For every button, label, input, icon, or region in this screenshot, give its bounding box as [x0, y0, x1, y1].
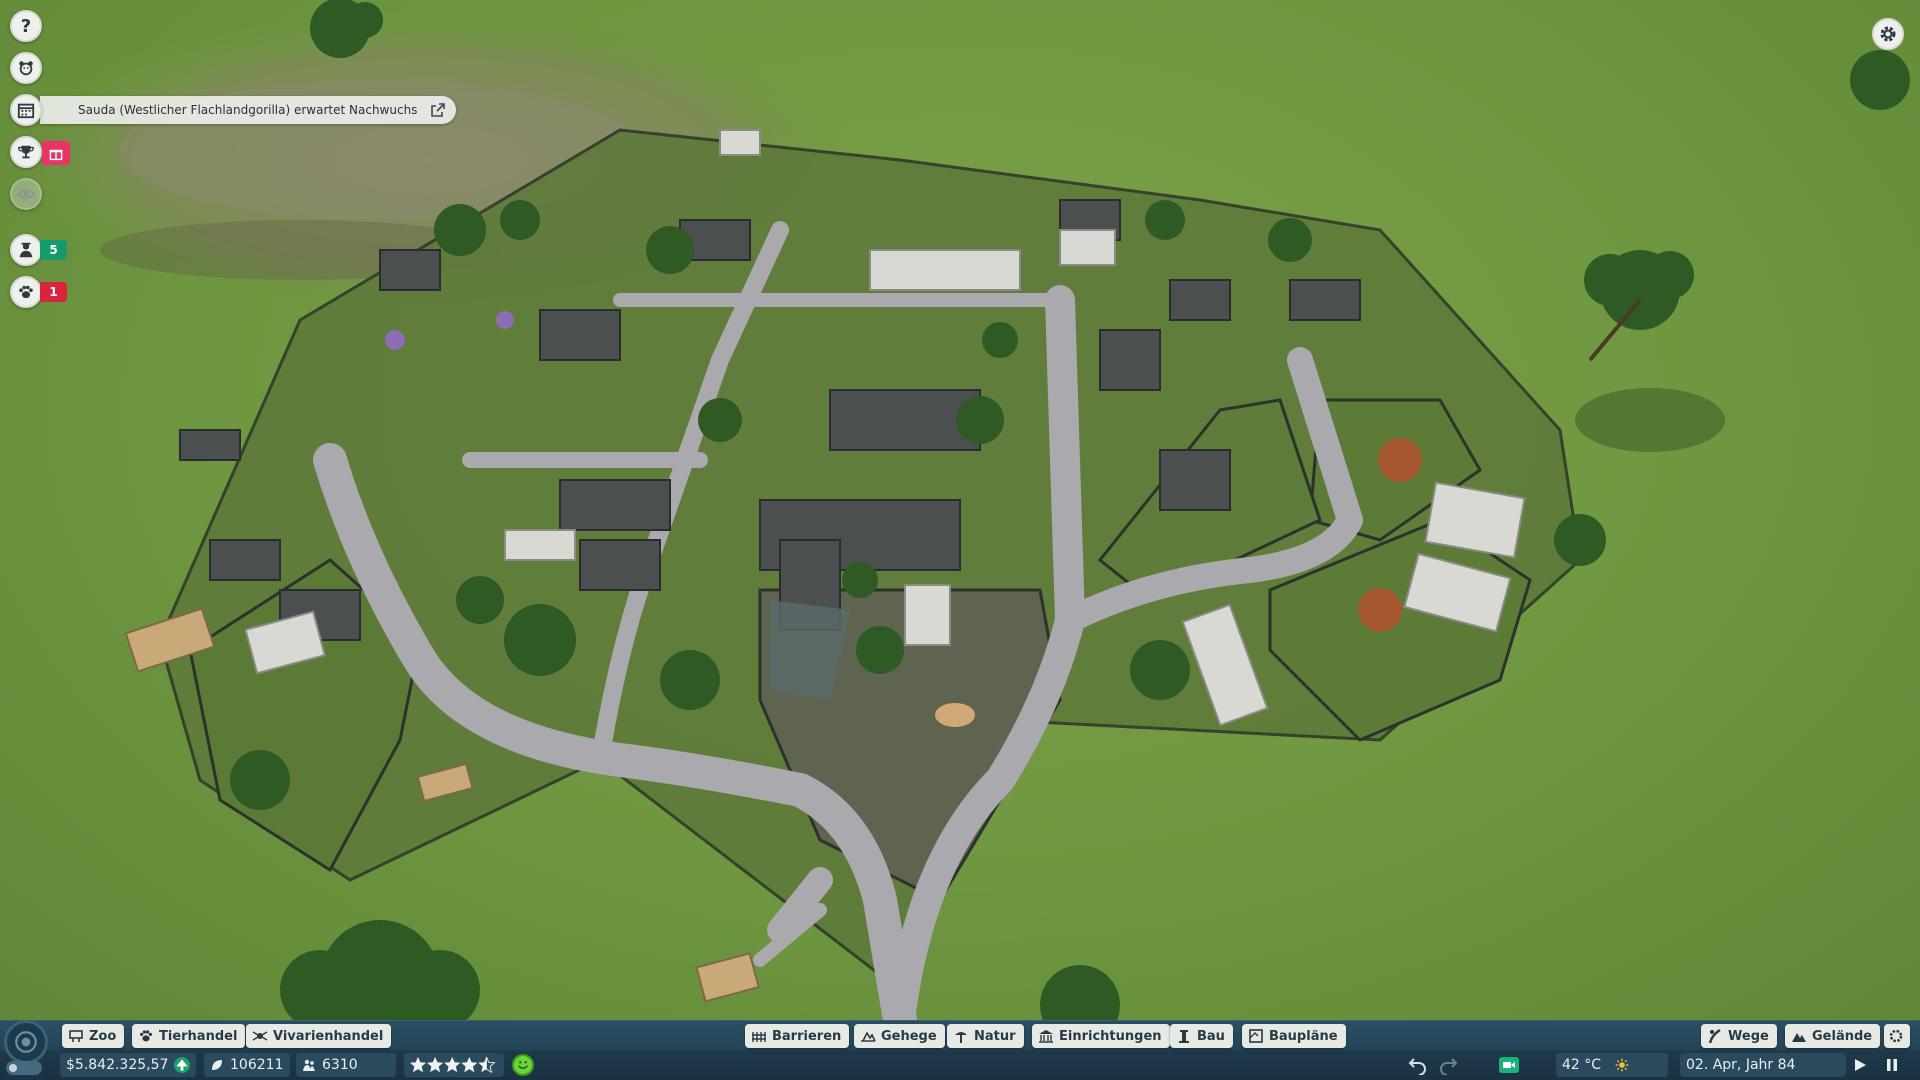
fence-icon — [752, 1032, 766, 1042]
date-value: 02. Apr, Jahr 84 — [1686, 1057, 1796, 1073]
redo-icon — [1440, 1058, 1458, 1075]
facility-icon — [1039, 1030, 1053, 1043]
animal-alert-badge: 1 — [40, 282, 67, 302]
pillar-icon — [1179, 1030, 1189, 1043]
pause-icon — [1887, 1059, 1897, 1071]
weather-display[interactable]: 42 °C — [1556, 1053, 1668, 1077]
calendar-icon — [17, 103, 35, 119]
blueprints-button[interactable]: Baupläne — [1242, 1024, 1346, 1048]
habitat-icon — [861, 1031, 876, 1042]
keeper-icon — [19, 242, 33, 258]
help-button[interactable]: ? — [10, 10, 42, 42]
zoo-button[interactable]: Zoo — [62, 1024, 125, 1048]
undo-button[interactable] — [1406, 1053, 1430, 1077]
nature-label: Natur — [974, 1028, 1016, 1044]
guest-happiness-icon[interactable] — [512, 1054, 534, 1076]
paw-icon — [140, 1030, 152, 1042]
star-rating-icon — [409, 1056, 496, 1074]
zoo-map-render — [10, 0, 1910, 1020]
facilities-label: Einrichtungen — [1059, 1028, 1162, 1044]
blueprints-label: Baupläne — [1269, 1028, 1338, 1044]
gear-icon — [1880, 26, 1896, 42]
money-display[interactable]: $5.842.325,57 — [60, 1053, 196, 1077]
external-link-icon[interactable] — [430, 102, 446, 118]
vivarium-trade-button[interactable]: Vivarienhandel — [246, 1024, 392, 1048]
zoo-label: Zoo — [89, 1028, 117, 1044]
guests-value: 6310 — [322, 1057, 358, 1073]
play-speed-button[interactable] — [1848, 1053, 1872, 1077]
staff-button[interactable] — [10, 234, 42, 266]
conservation-credits-display[interactable]: 106211 — [204, 1053, 290, 1077]
zoo-sign-icon — [69, 1030, 83, 1042]
tree-icon — [955, 1032, 967, 1043]
path-icon — [1708, 1028, 1721, 1044]
settings-button[interactable] — [1872, 18, 1904, 50]
ui-toggle[interactable] — [6, 1061, 42, 1075]
undo-icon — [1408, 1058, 1426, 1075]
view-toggle-button[interactable] — [10, 178, 42, 210]
animal-face-icon — [19, 61, 33, 76]
help-icon: ? — [20, 15, 32, 37]
main-menu-button[interactable] — [4, 1020, 48, 1064]
animal-trade-button[interactable]: Tierhandel — [132, 1024, 246, 1048]
notification-banner[interactable]: Sauda (Westlicher Flachlandgorilla) erwa… — [40, 96, 456, 124]
temperature-value: 42 °C — [1562, 1057, 1602, 1073]
barriers-label: Barrieren — [772, 1028, 842, 1044]
paths-label: Wege — [1728, 1028, 1769, 1044]
pause-button[interactable] — [1880, 1053, 1904, 1077]
paths-button[interactable]: Wege — [1701, 1024, 1777, 1048]
challenges-button[interactable] — [10, 136, 42, 168]
eye-icon — [17, 189, 35, 199]
terrain-button[interactable]: Gelände — [1785, 1024, 1881, 1048]
game-viewport[interactable] — [0, 0, 1920, 1020]
notification-text: Sauda (Westlicher Flachlandgorilla) erwa… — [78, 103, 418, 117]
leaf-icon — [212, 1060, 222, 1070]
vivarium-trade-label: Vivarienhandel — [273, 1028, 384, 1044]
facilities-button[interactable]: Einrichtungen — [1032, 1024, 1170, 1048]
zoo-logo-icon — [15, 1031, 37, 1053]
play-icon — [1855, 1059, 1866, 1071]
blueprint-icon — [1249, 1029, 1263, 1043]
construction-button[interactable]: Bau — [1170, 1024, 1233, 1048]
trophy-icon — [18, 145, 34, 159]
animal-welfare-button[interactable] — [10, 276, 42, 308]
habitats-button[interactable]: Gehege — [854, 1024, 945, 1048]
more-tools-button[interactable] — [1884, 1024, 1910, 1048]
habitats-label: Gehege — [881, 1028, 937, 1044]
spider-icon — [252, 1031, 268, 1041]
terrain-label: Gelände — [1812, 1028, 1873, 1044]
nature-button[interactable]: Natur — [947, 1024, 1024, 1048]
barriers-button[interactable]: Barrieren — [745, 1024, 850, 1048]
sun-icon — [1615, 1058, 1629, 1072]
camera-mode-button[interactable] — [1497, 1053, 1521, 1077]
calendar-button[interactable] — [10, 94, 42, 126]
gear-icon — [1889, 1029, 1903, 1043]
gift-icon — [49, 149, 63, 161]
animals-button[interactable] — [10, 52, 42, 84]
animal-trade-label: Tierhandel — [159, 1028, 238, 1044]
conservation-value: 106211 — [230, 1057, 284, 1073]
money-trend-up-icon — [174, 1057, 190, 1073]
date-display: 02. Apr, Jahr 84 — [1680, 1053, 1846, 1077]
mountain-icon — [1792, 1033, 1806, 1042]
construction-label: Bau — [1197, 1028, 1225, 1044]
staff-count-badge: 5 — [40, 240, 67, 260]
guest-count-display[interactable]: 6310 — [296, 1053, 396, 1077]
paw-icon — [19, 285, 33, 299]
rewards-button[interactable] — [42, 141, 70, 165]
redo-button[interactable] — [1436, 1053, 1460, 1077]
zoo-rating[interactable] — [404, 1053, 504, 1077]
money-value: $5.842.325,57 — [66, 1057, 169, 1073]
camera-icon — [1499, 1057, 1519, 1073]
guests-icon — [303, 1059, 315, 1071]
